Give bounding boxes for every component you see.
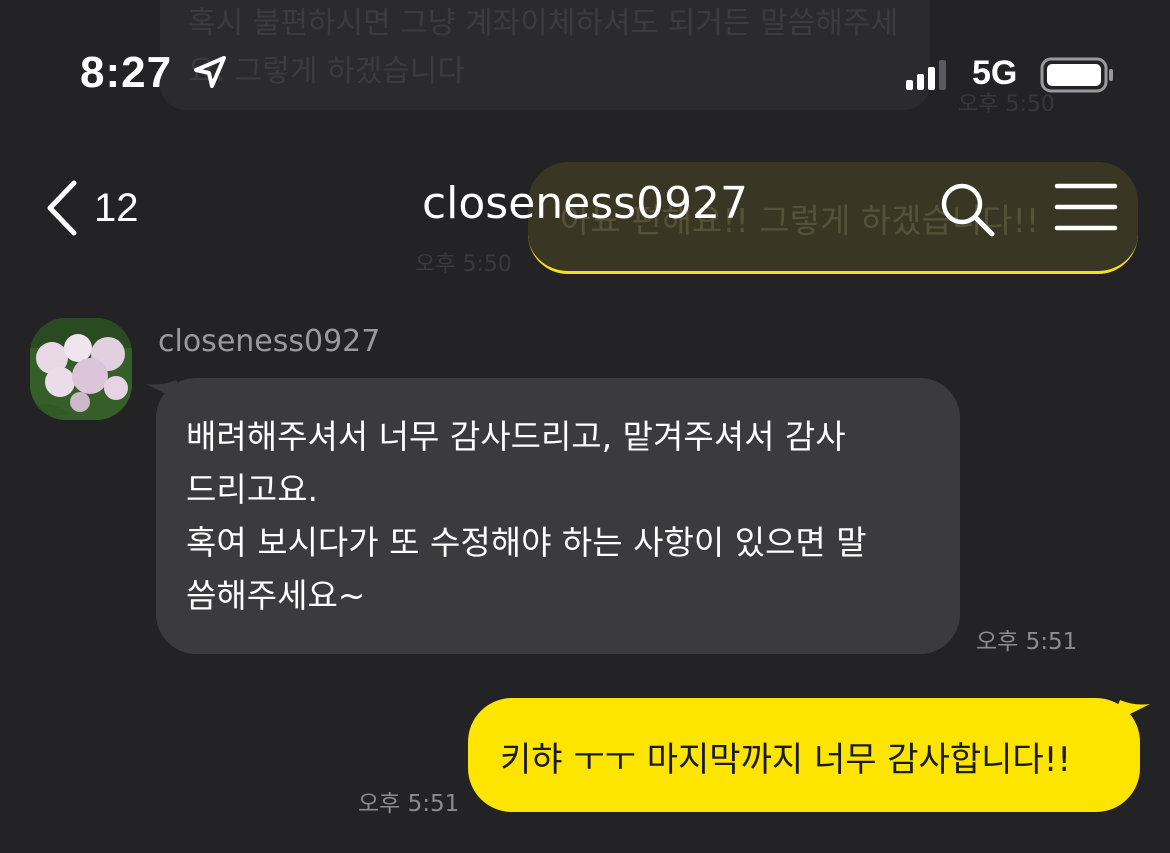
incoming-message-text: 배려해주셔서 너무 감사드리고, 맡겨주셔서 감사 드리고요. 혹여 보시다가 … — [186, 417, 867, 615]
outgoing-message-text: 키햐 ㅜㅜ 마지막까지 너무 감사합니다!! — [500, 740, 1071, 780]
signal-bars-icon — [906, 60, 946, 90]
message-timestamp: 오후 5:51 — [976, 629, 1078, 655]
avatar[interactable] — [30, 318, 132, 420]
search-icon[interactable] — [938, 180, 996, 238]
status-time: 8:27 — [80, 48, 173, 97]
battery-icon — [1040, 57, 1113, 93]
sender-name: closeness0927 — [158, 324, 381, 359]
background-message-text: 혹시 불편하시면 그냥 계좌이체하셔도 되거든 말씀해주세요. 그렇게 하겠습니… — [188, 6, 899, 89]
hydrangea-avatar-image — [30, 318, 132, 420]
background-timestamp-2: 오후 5:50 — [415, 252, 512, 277]
message-timestamp: 오후 5:51 — [358, 791, 460, 817]
network-type: 5G — [972, 54, 1018, 92]
location-arrow-icon — [194, 56, 226, 88]
menu-icon[interactable] — [1054, 182, 1118, 232]
